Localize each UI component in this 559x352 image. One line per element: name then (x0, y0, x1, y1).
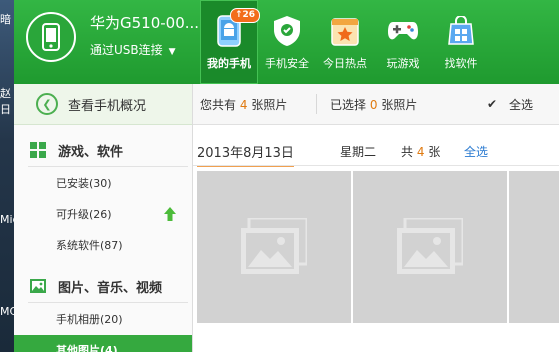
main-content: 您共有 4 张照片 已选择 0 张照片 ✔ 全选 2013年8月13日 星期二 … (193, 84, 559, 352)
caret-down-icon: ▼ (168, 47, 176, 57)
top-bar: 华为G510-00... 通过USB连接 ▼ ↑26 我的手机 手机安全 今日热… (14, 0, 559, 84)
image-placeholder-icon (397, 218, 463, 274)
back-arrow-icon: ❮ (36, 93, 58, 115)
desktop-text: 暗 (0, 13, 11, 26)
photo-thumbnail[interactable] (197, 171, 351, 323)
sidebar-item-label: 手机相册(20) (56, 313, 123, 326)
section-title: 图片、音乐、视频 (58, 280, 163, 296)
phone-overview-button[interactable]: ❮ 查看手机概况 (14, 84, 192, 125)
divider (316, 94, 317, 114)
group-date: 2013年8月13日 (197, 142, 294, 167)
nav-my-phone[interactable]: ↑26 我的手机 (200, 0, 261, 84)
selected-photos: 已选择 0 张照片 (330, 98, 418, 112)
upgrade-arrow-icon (164, 207, 176, 221)
sidebar-item-other-pictures[interactable]: 其他图片(4) (14, 335, 192, 352)
image-placeholder-icon (241, 218, 307, 274)
nav-label: 玩游戏 (386, 57, 420, 70)
section-media[interactable]: 图片、音乐、视频 (14, 270, 192, 302)
photo-thumbnail[interactable] (509, 171, 559, 323)
sidebar-item-label: 其他图片(4) (56, 344, 118, 352)
apps-grid-icon (30, 142, 46, 158)
desktop-text: 赵 (0, 87, 11, 100)
overview-label: 查看手机概况 (68, 98, 147, 114)
divider (28, 302, 188, 303)
star-calendar-icon (331, 18, 359, 46)
group-select-all-link[interactable]: 全选 (464, 143, 488, 160)
total-photos: 您共有 4 张照片 (200, 98, 288, 112)
section-games-software[interactable]: 游戏、软件 (14, 134, 192, 166)
nav-today-hot[interactable]: 今日热点 (316, 0, 374, 84)
section-title: 游戏、软件 (58, 144, 124, 160)
divider (28, 166, 188, 167)
sidebar-item-installed[interactable]: 已安装(30) (14, 168, 192, 198)
sidebar-item-label: 系统软件(87) (56, 239, 123, 252)
phone-icon (42, 23, 60, 51)
device-name: 华为G510-00... (90, 14, 200, 32)
nav-phone-security[interactable]: 手机安全 (258, 0, 316, 84)
connection-label: 通过USB连接 (90, 43, 163, 57)
select-all-button[interactable]: 全选 (509, 96, 533, 113)
sidebar: ❮ 查看手机概况 游戏、软件 已安装(30) 可升级(26) 系统软件(87) (14, 84, 193, 352)
nav-find-software[interactable]: 找软件 (432, 0, 490, 84)
desktop-text: 日 (0, 103, 11, 116)
image-icon (30, 279, 46, 293)
group-weekday: 星期二 (340, 145, 377, 159)
nav-label: 手机安全 (265, 57, 309, 70)
sidebar-item-upgradable[interactable]: 可升级(26) (14, 199, 192, 229)
photo-toolbar: 您共有 4 张照片 已选择 0 张照片 ✔ 全选 (193, 84, 559, 125)
nav-label: 找软件 (444, 57, 478, 70)
update-badge: ↑26 (230, 8, 261, 23)
connection-dropdown[interactable]: 通过USB连接 ▼ (90, 41, 176, 58)
nav-label: 我的手机 (207, 57, 251, 70)
divider (193, 165, 559, 166)
main-nav: ↑26 我的手机 手机安全 今日热点 玩游戏 找软件 (200, 0, 490, 84)
date-group-header: 2013年8月13日 星期二 共 4 张 全选 (193, 136, 559, 167)
sidebar-item-system-software[interactable]: 系统软件(87) (14, 230, 192, 260)
sidebar-item-label: 可升级(26) (56, 208, 112, 221)
gamepad-icon (388, 22, 418, 40)
device-avatar[interactable] (26, 12, 76, 62)
shield-icon (274, 16, 300, 46)
app-window: 华为G510-00... 通过USB连接 ▼ ↑26 我的手机 手机安全 今日热… (14, 0, 559, 352)
nav-label: 今日热点 (323, 57, 367, 70)
group-count: 共 4 张 (401, 145, 441, 159)
photo-thumbnail[interactable] (353, 171, 507, 323)
sidebar-item-phone-album[interactable]: 手机相册(20) (14, 304, 192, 334)
checkmark-icon: ✔ (487, 97, 498, 111)
sidebar-item-label: 已安装(30) (56, 177, 112, 190)
nav-play-games[interactable]: 玩游戏 (374, 0, 432, 84)
app-store-icon (448, 16, 474, 45)
